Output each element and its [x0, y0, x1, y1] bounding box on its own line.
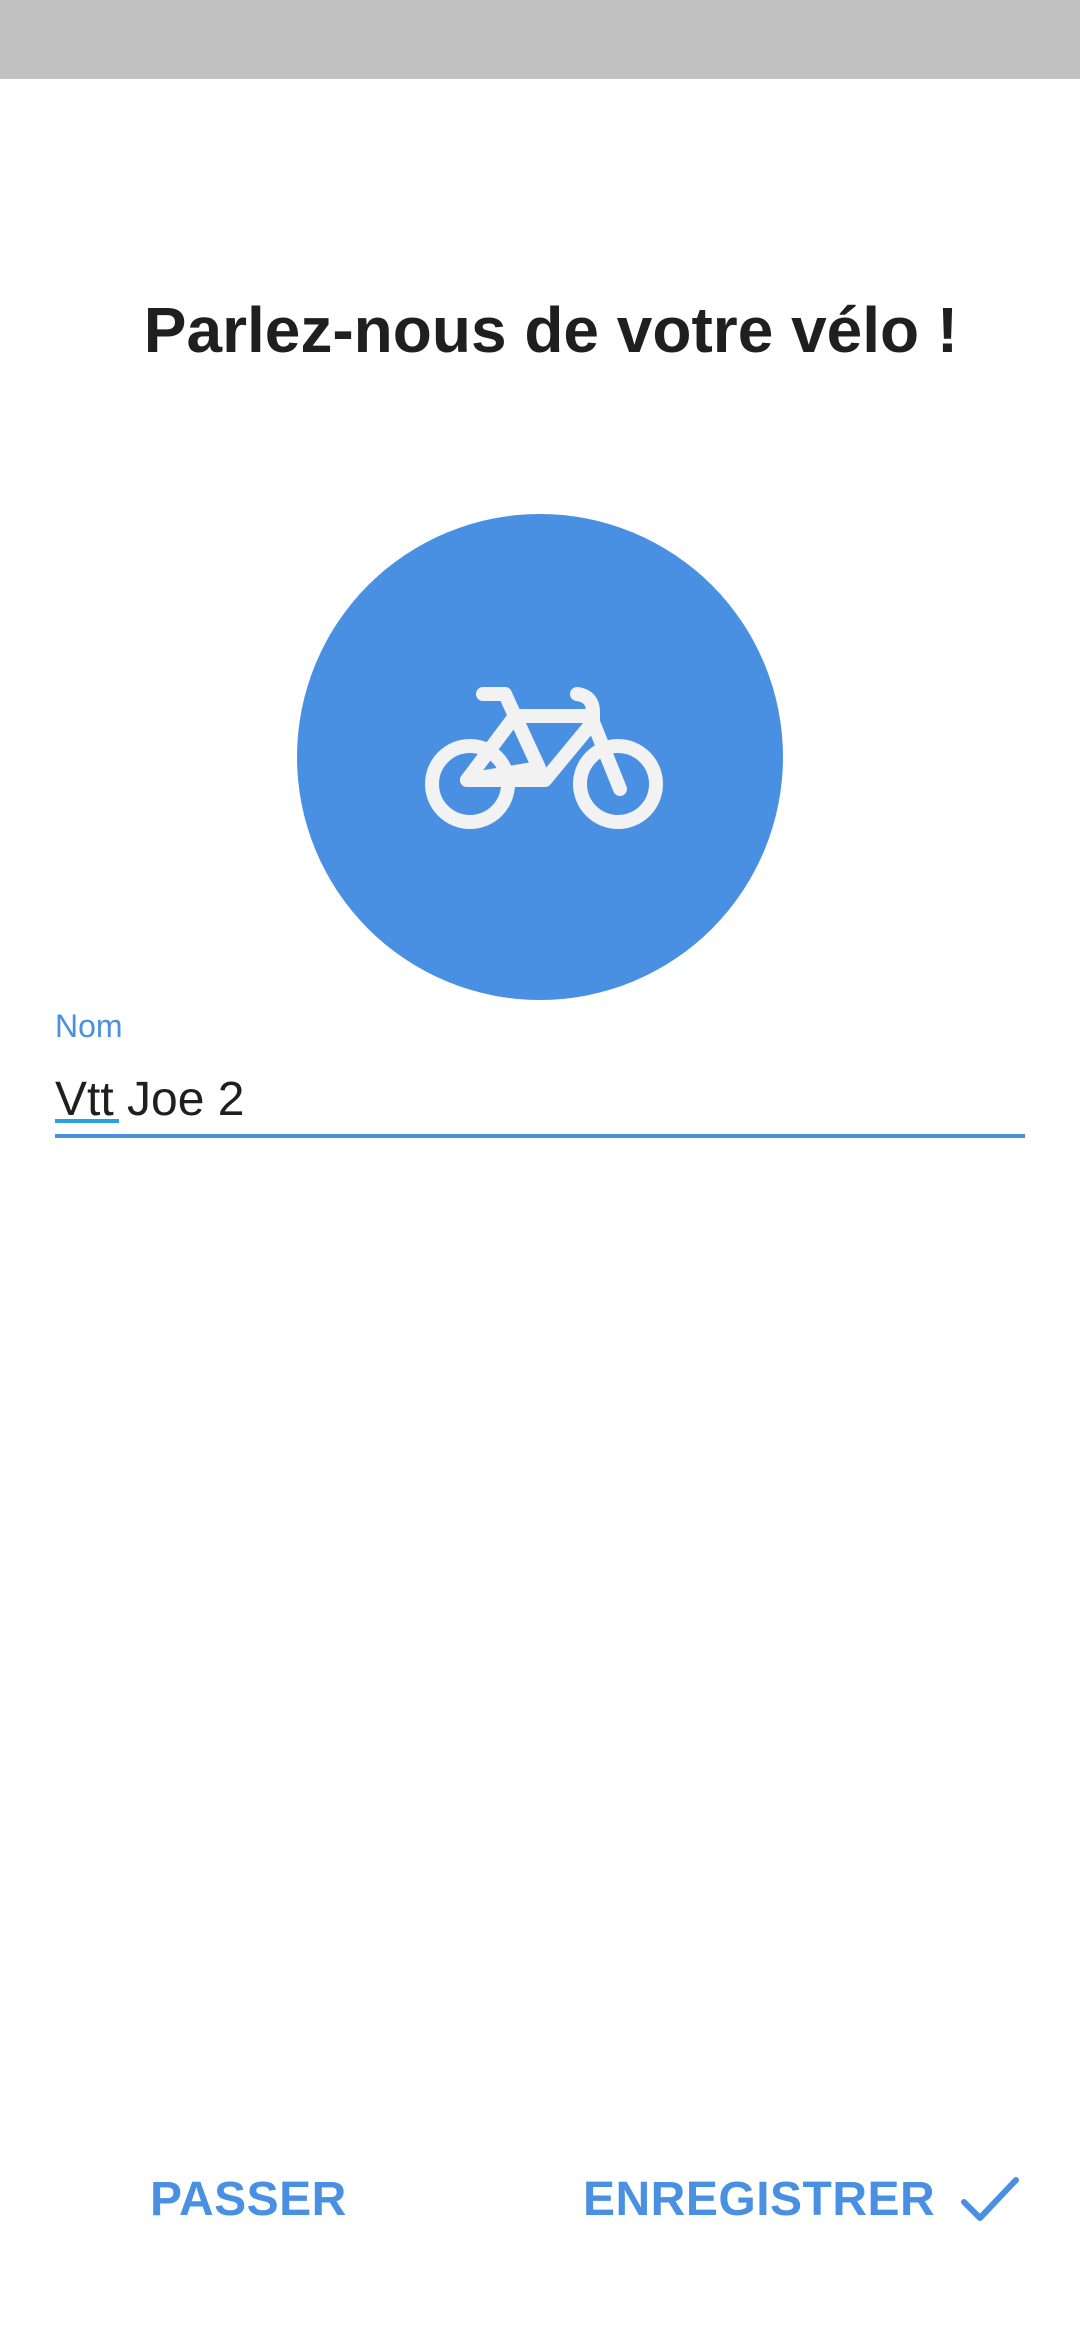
- name-input[interactable]: [55, 1060, 1025, 1140]
- bike-avatar[interactable]: [297, 514, 783, 1000]
- skip-button[interactable]: PASSER: [150, 2160, 347, 2240]
- status-bar: [0, 0, 1080, 79]
- spellcheck-underline: [55, 1119, 119, 1123]
- bicycle-icon: [425, 687, 663, 829]
- save-button[interactable]: ENREGISTRER: [583, 2160, 935, 2240]
- page-title: Parlez-nous de votre vélo !: [143, 294, 959, 366]
- check-icon[interactable]: [960, 2172, 1020, 2228]
- name-field-label: Nom: [55, 1008, 123, 1044]
- name-input-underline: [55, 1134, 1025, 1138]
